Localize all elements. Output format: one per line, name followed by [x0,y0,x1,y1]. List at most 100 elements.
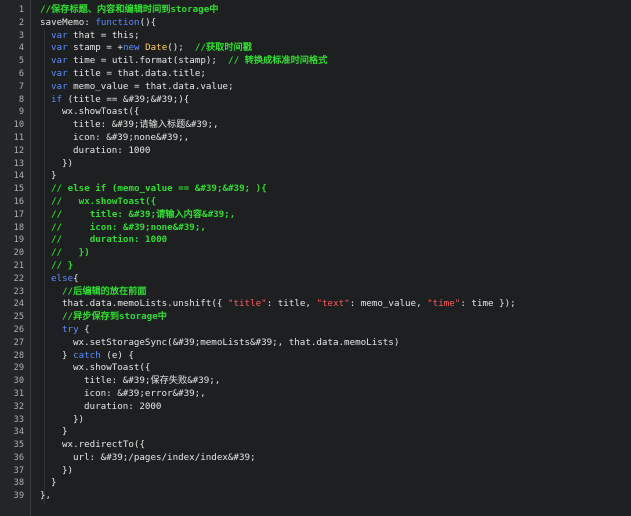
code-token: "text" [316,298,350,310]
line-number: 4 [18,43,24,54]
code-line: 31 icon: &#39;error&#39;, [0,388,631,401]
code-text: } [51,170,57,183]
line-number: 3 [18,30,24,41]
code-line: 29 wx.showToast({ [0,362,631,375]
line-number: 37 [13,465,24,476]
code-line: 17 // title: &#39;请输入内容&#39;, [0,209,631,222]
code-text: var time = util.format(stamp); // 转换成标准时… [51,55,327,68]
code-token: } [51,477,57,489]
code-token: // wx.showToast({ [51,195,157,207]
code-line: 15 // else if (memo_value == &#39;&#39; )… [0,183,631,196]
code-line: 11 icon: &#39;none&#39;, [0,132,631,145]
line-number: 18 [13,222,24,233]
code-text: }) [62,158,73,171]
line-number: 19 [13,235,24,246]
code-line: 23 //后编辑的放在前面 [0,286,631,299]
code-text: //异步保存到storage中 [62,311,167,324]
line-number: 12 [13,145,24,156]
line-number: 23 [13,286,24,297]
code-area[interactable]: 1 //保存标题、内容和编辑时间到storage中 2 saveMemo: funct… [0,4,631,503]
code-token: (e) { [100,349,134,361]
line-number: 39 [13,491,24,502]
code-line: 6 var title = that.data.title; [0,68,631,81]
line-number: 26 [13,324,24,335]
code-token: memo_value = that.data.value; [67,80,234,92]
code-editor[interactable]: 1 //保存标题、内容和编辑时间到storage中 2 saveMemo: funct… [0,0,631,516]
line-number: 20 [13,248,24,259]
line-number: 38 [13,478,24,489]
line-number: 6 [18,68,24,79]
line-number: 21 [13,260,24,271]
line-number: 31 [13,388,24,399]
code-text: try { [62,324,90,337]
code-line: 37}) [0,465,631,478]
code-line: 34} [0,426,631,439]
code-token: time = util.format(stamp); [67,55,229,67]
code-token: // title: &#39;请输入内容&#39;, [51,208,236,220]
code-token: else [51,272,74,284]
code-line: 27 wx.setStorageSync(&#39;memoLists&#39;,… [0,337,631,350]
code-line: 7 var memo_value = that.data.value; [0,81,631,94]
code-token: (){ [139,16,157,28]
line-number: 1 [18,5,24,15]
code-line: 25 //异步保存到storage中 [0,311,631,324]
line-number: 32 [13,401,24,412]
line-number: 15 [13,184,24,195]
code-token: try [62,323,79,335]
code-text: }, [40,490,51,503]
code-token: // icon: &#39;none&#39;, [51,221,206,233]
code-text: title: &#39;请输入标题&#39;, [73,119,219,132]
code-text: //后编辑的放在前面 [62,286,147,299]
code-token: wx.setStorageSync(&#39;memoLists&#39;, t… [73,336,400,348]
line-number: 9 [18,107,24,118]
code-token: } [62,426,68,438]
code-token: //获取时间戳 [194,42,252,54]
code-text: // }) [51,247,90,260]
code-text: var that = this; [51,30,140,43]
code-token: // 转换成标准时间格式 [228,55,328,67]
code-token: new [122,42,140,54]
code-line: 32 duration: 2000 [0,401,631,414]
code-line: 28} catch (e) { [0,350,631,363]
code-token: : time }); [460,298,516,310]
code-text: }) [73,414,84,427]
line-number: 33 [13,414,24,425]
code-line: 14} [0,170,631,183]
code-token: title: &#39;保存失败&#39;, [84,375,221,387]
code-text: icon: &#39;none&#39;, [73,132,189,145]
code-token: that.data.memoLists.unshift({ [62,298,228,310]
code-token: // } [51,259,74,271]
code-token: (); [167,42,195,54]
code-token: : title, [266,298,317,310]
code-text: wx.showToast({ [62,106,139,119]
code-token: icon: &#39;error&#39;, [84,387,206,399]
code-text: wx.redirectTo({ [62,439,145,452]
code-token: saveMemo: [40,16,96,28]
code-line: 13}) [0,158,631,171]
line-number: 25 [13,312,24,323]
code-token: wx.showToast({ [73,362,151,374]
code-line: 3 var that = this; [0,30,631,43]
line-number: 30 [13,376,24,387]
code-token: function [95,16,140,28]
code-line: 33}) [0,414,631,427]
line-number: 16 [13,196,24,207]
code-token: that = this; [67,29,140,41]
code-token: stamp = + [67,42,123,54]
code-line: 21 // } [0,260,631,273]
code-line: 38} [0,477,631,490]
code-token: // duration: 1000 [51,234,168,246]
code-token: } [51,170,57,182]
line-number: 11 [13,132,24,143]
line-number: 36 [13,452,24,463]
code-token: var [51,55,68,67]
code-line: 20 // }) [0,247,631,260]
code-token: duration: 1000 [73,144,151,156]
code-token: catch [73,349,101,361]
code-token: //异步保存到storage中 [62,311,167,323]
code-token: //后编辑的放在前面 [62,285,147,297]
code-line: 36 url: &#39;/pages/index/index&#39; [0,452,631,465]
code-text: // else if (memo_value == &#39;&#39; ){ [51,183,267,196]
line-number: 7 [18,81,24,92]
code-text: saveMemo: function(){ [40,17,156,30]
